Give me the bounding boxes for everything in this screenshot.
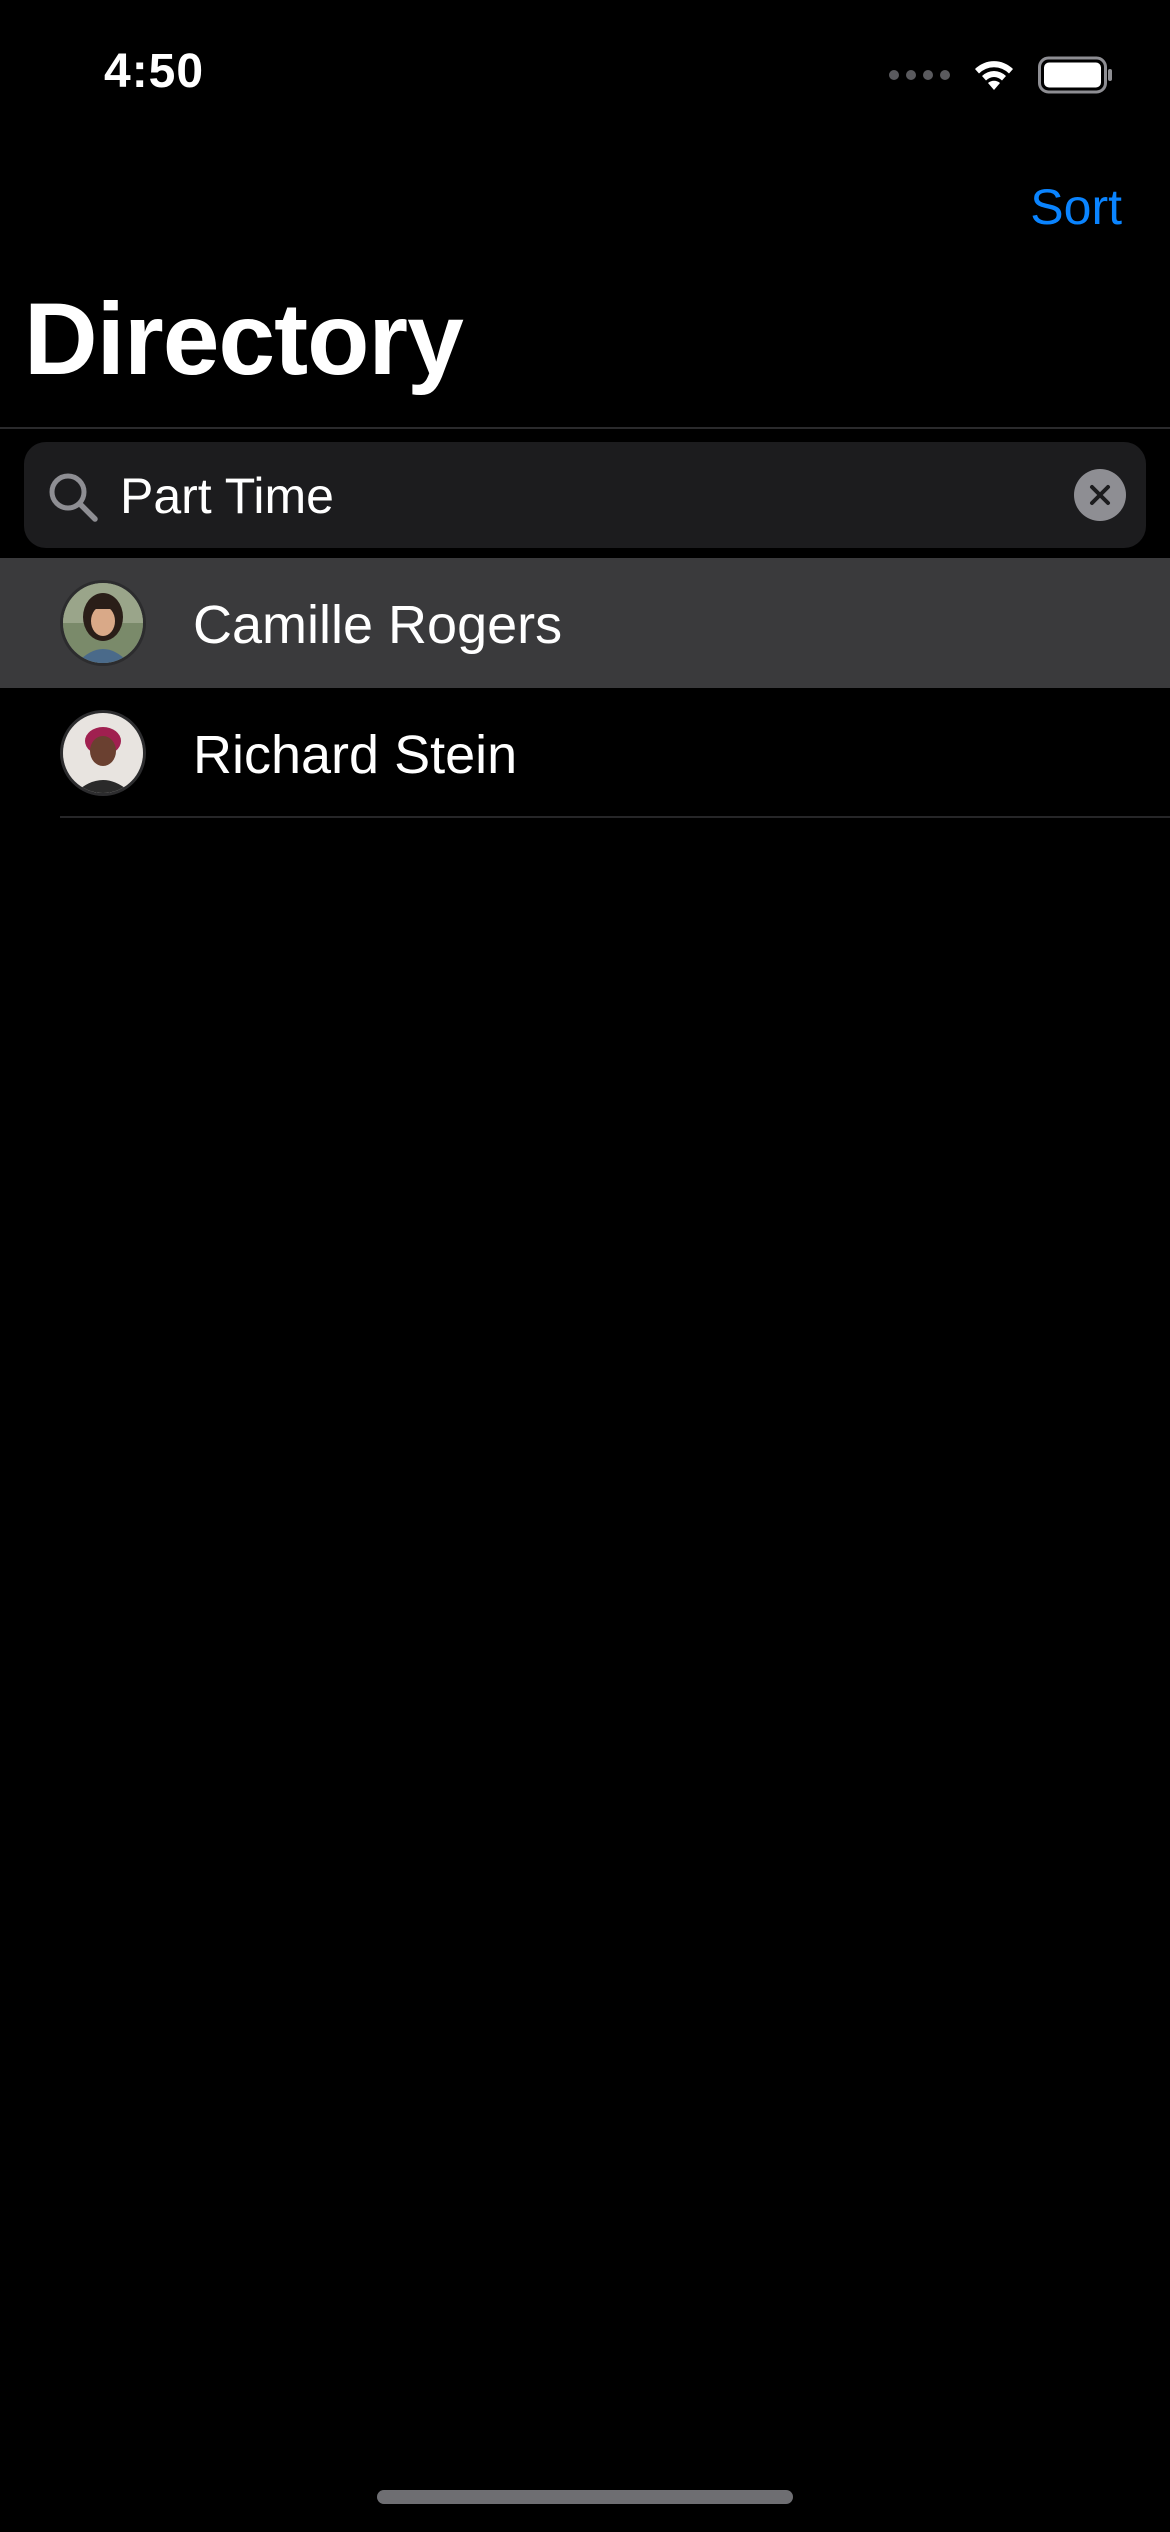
nav-divider — [0, 427, 1170, 429]
home-indicator[interactable] — [377, 2490, 793, 2504]
status-bar: 4:50 — [0, 0, 1170, 140]
directory-list: Camille Rogers Richard Stein — [0, 558, 1170, 818]
search-input-value[interactable]: Part Time — [120, 466, 334, 526]
battery-icon — [1038, 56, 1112, 94]
avatar-photo — [63, 583, 143, 663]
status-time: 4:50 — [104, 45, 205, 98]
contact-name: Richard Stein — [193, 725, 518, 785]
cellular-signal-icon — [889, 70, 950, 80]
contact-name: Camille Rogers — [193, 595, 563, 655]
search-input[interactable]: Part Time — [24, 442, 1146, 548]
wifi-icon — [975, 61, 1013, 90]
clear-search-button[interactable] — [1074, 469, 1126, 521]
avatar — [60, 710, 146, 796]
list-item[interactable]: Camille Rogers — [0, 558, 1170, 688]
clear-icon — [1090, 485, 1110, 505]
navigation-bar: Sort Directory — [0, 140, 1170, 430]
row-separator — [60, 816, 1170, 818]
list-item[interactable]: Richard Stein — [0, 688, 1170, 818]
avatar — [60, 580, 146, 666]
status-icons — [889, 52, 1114, 98]
sort-button[interactable]: Sort — [1030, 178, 1122, 236]
page-title: Directory — [24, 282, 464, 396]
search-icon — [49, 473, 98, 522]
avatar-photo — [63, 713, 143, 793]
